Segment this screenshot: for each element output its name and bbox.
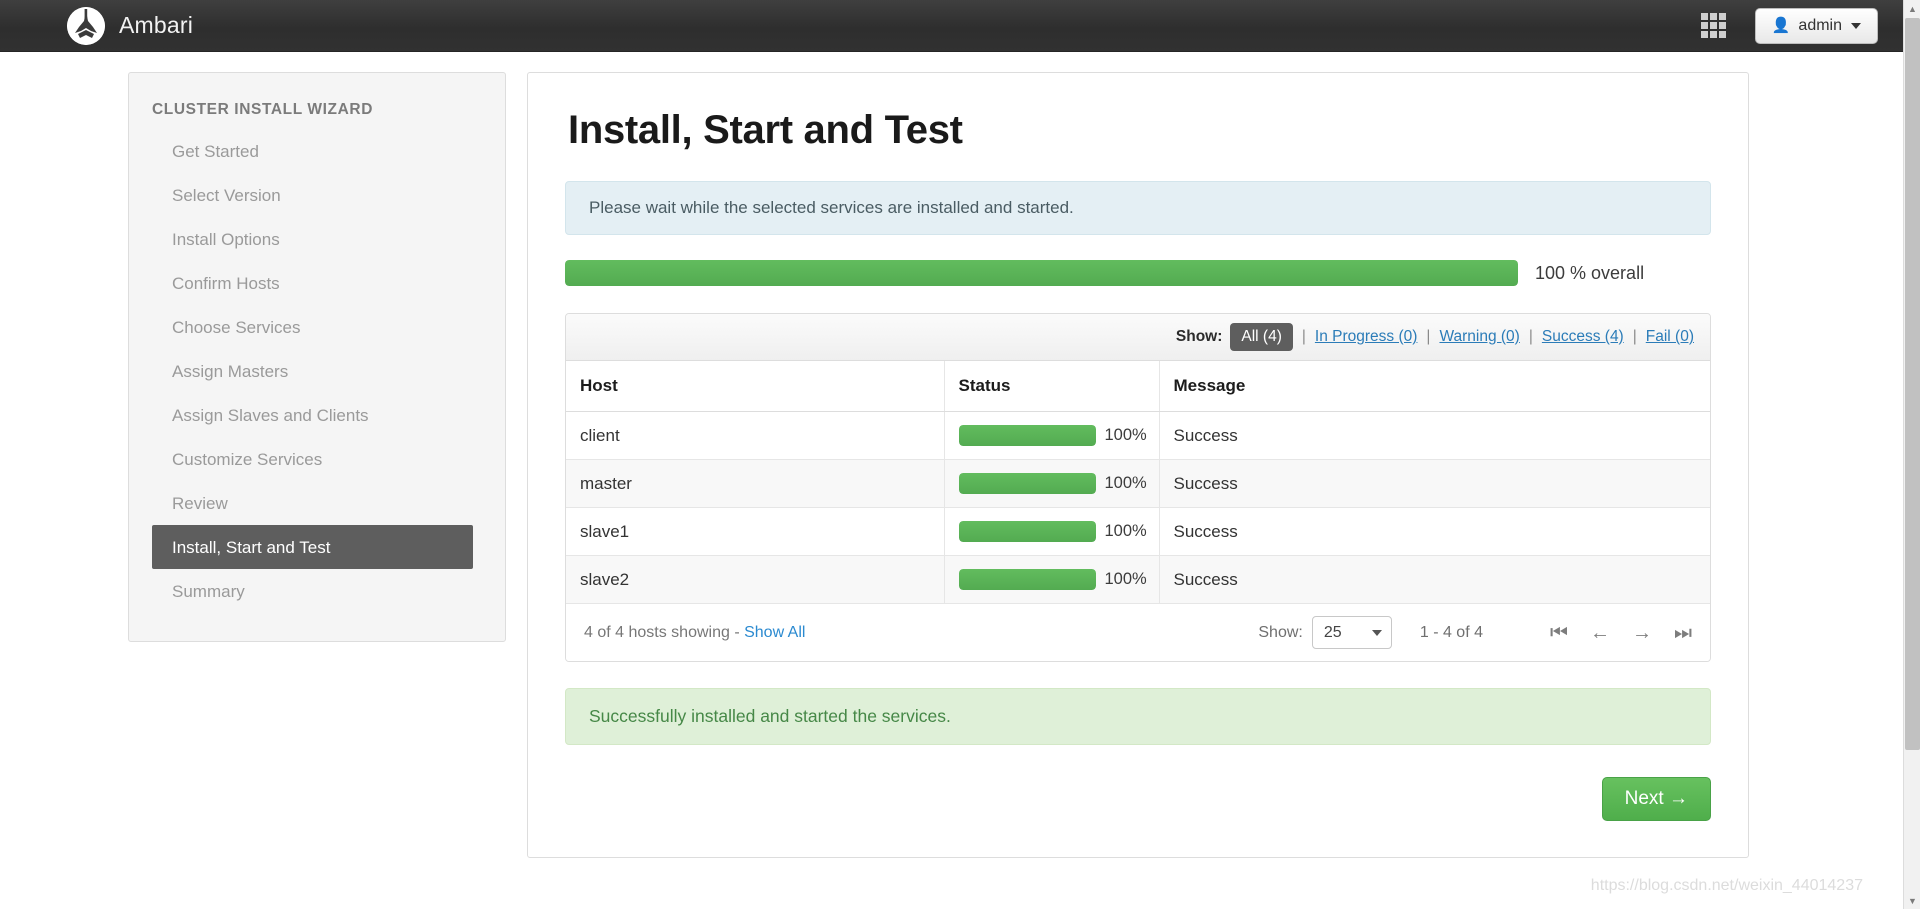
first-page-icon[interactable]: ⏮ [1550, 623, 1568, 643]
sidebar-item-install-start-and-test[interactable]: Install, Start and Test [152, 525, 473, 569]
filter-separator: | [1426, 328, 1431, 345]
cell-message: Success [1159, 555, 1710, 604]
table-row[interactable]: slave2 100% Success [566, 555, 1710, 604]
row-progress-label: 100% [1104, 426, 1147, 444]
brand-title: Ambari [119, 12, 194, 38]
row-progress-bar [958, 521, 1096, 542]
sidebar-item-review[interactable]: Review [129, 481, 505, 525]
filter-all[interactable]: All (4) [1230, 323, 1293, 351]
sidebar-item-assign-masters[interactable]: Assign Masters [129, 349, 505, 393]
filter-warning[interactable]: Warning (0) [1439, 328, 1519, 346]
column-header-status: Status [944, 361, 1160, 412]
hosts-table-body: client 100% Success master 100% Success … [566, 411, 1710, 604]
ambari-logo-icon [67, 6, 105, 45]
sidebar-item-confirm-hosts[interactable]: Confirm Hosts [129, 261, 505, 305]
table-row[interactable]: slave1 100% Success [566, 507, 1710, 556]
hosts-panel: Show: All (4) | In Progress (0) | Warnin… [565, 313, 1711, 662]
column-header-host: Host [566, 361, 945, 412]
filter-success[interactable]: Success (4) [1542, 328, 1624, 346]
cell-host: master [566, 459, 945, 508]
pagination-controls: Show: 25 1 - 4 of 4 ⏮ ← → ⏭ [1258, 616, 1692, 649]
success-alert: Successfully installed and started the s… [565, 688, 1711, 745]
vertical-scrollbar[interactable]: ▲ ▼ [1903, 0, 1920, 909]
hosts-table: Host Status Message client 100% Success … [566, 361, 1710, 604]
sidebar-item-install-options[interactable]: Install Options [129, 217, 505, 261]
filter-separator: | [1301, 328, 1306, 345]
column-header-message: Message [1159, 361, 1710, 412]
next-button[interactable]: Next → [1601, 777, 1711, 821]
cell-message: Success [1159, 507, 1710, 556]
cell-message: Success [1159, 411, 1710, 460]
page-size-select[interactable]: 25 [1311, 616, 1392, 649]
pagination-range: 1 - 4 of 4 [1419, 623, 1483, 641]
pager-buttons: ⏮ ← → ⏭ [1528, 623, 1692, 643]
row-progress-label: 100% [1104, 570, 1147, 588]
page-title: Install, Start and Test [568, 108, 963, 152]
last-page-icon[interactable]: ⏭ [1674, 623, 1692, 643]
row-progress-bar [958, 425, 1096, 446]
prev-page-icon[interactable]: ← [1590, 623, 1610, 643]
cell-host: slave1 [566, 507, 945, 556]
hosts-showing-summary: 4 of 4 hosts showing - Show All [584, 624, 805, 642]
cell-status: 100% [944, 411, 1160, 460]
sidebar-list: Get Started Select Version Install Optio… [129, 129, 505, 613]
cell-host: slave2 [566, 555, 945, 604]
filter-in-progress[interactable]: In Progress (0) [1315, 328, 1418, 346]
watermark-text: https://blog.csdn.net/weixin_44014237 [1590, 877, 1863, 894]
navbar-right: 👤 admin [1700, 7, 1878, 44]
cell-status: 100% [944, 555, 1160, 604]
cell-status: 100% [944, 459, 1160, 508]
row-progress-bar [958, 473, 1096, 494]
next-page-icon[interactable]: → [1632, 623, 1652, 643]
scroll-up-arrow-icon[interactable]: ▲ [1904, 0, 1920, 17]
hosts-showing-text: 4 of 4 hosts showing - [584, 623, 745, 641]
apps-grid-icon[interactable] [1700, 12, 1727, 39]
wizard-sidebar: CLUSTER INSTALL WIZARD Get Started Selec… [128, 72, 506, 642]
page-size-value: 25 [1323, 623, 1342, 641]
cell-status: 100% [944, 507, 1160, 556]
brand[interactable]: Ambari [67, 0, 193, 52]
table-pagination-footer: 4 of 4 hosts showing - Show All Show: 25… [566, 604, 1710, 661]
overall-progress-bar [565, 260, 1518, 286]
status-filter-bar: Show: All (4) | In Progress (0) | Warnin… [566, 314, 1710, 361]
filter-show-label: Show: [1175, 328, 1223, 345]
info-alert: Please wait while the selected services … [565, 181, 1711, 235]
row-progress-label: 100% [1104, 474, 1147, 492]
scrollbar-thumb[interactable] [1905, 18, 1920, 750]
page-viewport: Ambari 👤 admin CLUSTER INSTALL WIZARD Ge… [0, 0, 1903, 909]
admin-label: admin [1798, 16, 1842, 34]
show-all-link[interactable]: Show All [744, 624, 805, 641]
filter-fail[interactable]: Fail (0) [1646, 328, 1694, 346]
table-row[interactable]: master 100% Success [566, 459, 1710, 508]
chevron-down-icon [1371, 629, 1382, 636]
cell-host: client [566, 411, 945, 460]
filter-separator: | [1528, 328, 1533, 345]
page-size-label: Show: [1258, 623, 1303, 641]
sidebar-item-summary[interactable]: Summary [129, 569, 505, 613]
sidebar-item-assign-slaves-and-clients[interactable]: Assign Slaves and Clients [129, 393, 505, 437]
sidebar-item-customize-services[interactable]: Customize Services [129, 437, 505, 481]
filter-separator: | [1632, 328, 1637, 345]
overall-progress-fill [565, 260, 1518, 286]
sidebar-item-select-version[interactable]: Select Version [129, 173, 505, 217]
hosts-table-head: Host Status Message [566, 361, 1710, 412]
table-row[interactable]: client 100% Success [566, 411, 1710, 460]
cell-message: Success [1159, 459, 1710, 508]
user-icon: 👤 [1771, 17, 1791, 34]
main-card: Install, Start and Test Please wait whil… [527, 72, 1749, 858]
overall-progress-label: 100 % overall [1535, 262, 1645, 283]
admin-menu-button[interactable]: 👤 admin [1754, 7, 1878, 44]
overall-progress-row: 100 % overall [565, 260, 1711, 286]
sidebar-item-choose-services[interactable]: Choose Services [129, 305, 505, 349]
scroll-down-arrow-icon[interactable]: ▼ [1904, 892, 1920, 909]
action-button-row: Next → [565, 777, 1711, 821]
sidebar-title: CLUSTER INSTALL WIZARD [152, 101, 373, 118]
table-header-row: Host Status Message [566, 361, 1710, 412]
sidebar-item-get-started[interactable]: Get Started [129, 129, 505, 173]
row-progress-bar [958, 569, 1096, 590]
chevron-down-icon [1851, 22, 1861, 29]
top-navbar: Ambari 👤 admin [0, 0, 1903, 52]
row-progress-label: 100% [1104, 522, 1147, 540]
